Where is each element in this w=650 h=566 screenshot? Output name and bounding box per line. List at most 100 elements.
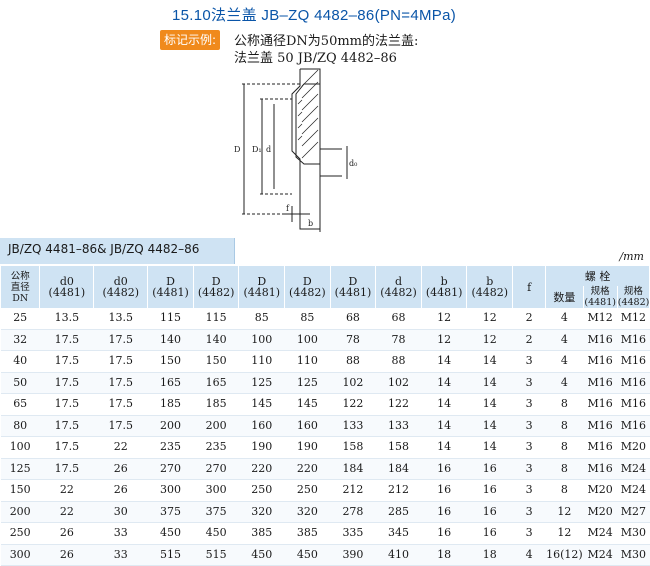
col-header-bolt: 螺 栓 [545,266,650,286]
table-cell: 125 [0,458,40,480]
table-cell: 14 [421,393,467,416]
table-cell: 320 [284,501,331,523]
table-cell: 18 [466,544,513,566]
table-cell: 12 [421,308,467,330]
table-cell: 3 [512,501,546,523]
table-cell: 100 [0,436,40,459]
table-cell: 12 [545,522,584,545]
table-cell: M16 [583,458,618,480]
table-cell: 33 [93,522,148,545]
table-cell: M16 [617,372,650,394]
table-cell: 102 [375,372,422,394]
table-cell: 165 [147,372,194,394]
table-cell: 110 [238,350,285,373]
table-cell: 200 [147,415,194,437]
table-cell: 300 [0,544,40,566]
table-body: 25 13.5 13.5 115 115 85 85 68 68 12 12 2 4 M12 M12 32 17… [0,308,650,566]
table-cell: 158 [330,436,376,459]
table-cell: M16 [583,372,618,394]
table-cell: 185 [193,393,239,416]
table-cell: 50 [0,372,40,394]
table-cell: 17.5 [93,372,148,394]
table-cell: 300 [147,479,194,502]
table-cell: 335 [330,522,376,545]
table-cell: 2 [512,329,546,351]
table-cell: M12 [617,308,650,330]
col-header-dn-line3: DN [12,292,29,304]
table-cell: 115 [147,308,194,330]
dim-label-D1: D₁ [252,145,262,154]
table-cell: 3 [512,372,546,394]
table-cell: M24 [583,522,618,545]
table-row: 25 13.5 13.5 115 115 85 85 68 68 12 12 2 4 M12 M12 [0,308,650,330]
table-cell: M20 [617,436,650,459]
table-cell: 78 [375,329,422,351]
table-cell: 22 [39,479,94,502]
marking-example-tag: 标记示例: [160,30,221,50]
table-cell: 250 [0,522,40,545]
table-cell: 190 [284,436,331,459]
table-cell: 200 [193,415,239,437]
col-header-d-4481: D (4481) [329,266,377,308]
table-cell: M24 [617,479,650,502]
title-pressure: (PN=4MPa) [374,7,457,24]
table-row: 65 17.5 17.5 185 185 145 145 122 122 14 14 3 8 M16 M16 [0,393,650,416]
table-cell: M27 [617,501,650,523]
table-cell: 17.5 [39,329,94,351]
table-cell: 125 [238,372,285,394]
unit-label: /mm [619,250,644,263]
table-cell: 4 [545,308,584,330]
table-cell: 16 [421,479,467,502]
table-cell: 22 [39,501,94,523]
table-row: 150 22 26 300 300 250 250 212 212 16 16 3 8 M20 M24 [0,479,650,502]
table-cell: 250 [238,479,285,502]
table-cell: 184 [375,458,422,480]
table-row: 32 17.5 17.5 140 140 100 100 78 78 12 12 2 4 M16 M16 [0,329,650,351]
table-cell: 4 [545,372,584,394]
col-header-f: f [512,266,547,308]
table-cell: 278 [330,501,376,523]
table-cell: 14 [421,372,467,394]
table-cell: 320 [238,501,285,523]
table-cell: 16 [421,458,467,480]
table-cell: 40 [0,350,40,373]
table-cell: 8 [545,415,584,437]
table-cell: M24 [583,544,618,566]
table-cell: 145 [238,393,285,416]
col-header-bolt-spec-4481: 规格 (4481) [582,286,618,308]
table-cell: 8 [545,458,584,480]
table-cell: 32 [0,329,40,351]
table-cell: 450 [284,544,331,566]
title-standard: JB–ZQ 4482–86 [261,7,375,24]
table-cell: 33 [93,544,148,566]
table-cell: 17.5 [93,393,148,416]
dim-label-d: d [266,145,271,154]
table-cell: 14 [466,415,513,437]
table-cell: 285 [375,501,422,523]
table-cell: 410 [375,544,422,566]
table-row: 40 17.5 17.5 150 150 110 110 88 88 14 14 3 4 M16 M16 [0,350,650,373]
table-cell: 88 [375,350,422,373]
col-header-dn: 公称 直径 DN [0,266,41,308]
table-row: 250 26 33 450 450 385 385 335 345 16 16 3 12 M24 M30 [0,522,650,545]
table-cell: 300 [193,479,239,502]
table-cell: 14 [421,436,467,459]
table-cell: 17.5 [39,436,94,459]
table-cell: 16 [466,458,513,480]
table-cell: 68 [375,308,422,330]
table-cell: 3 [512,393,546,416]
table-cell: 115 [193,308,239,330]
table-cell: 515 [193,544,239,566]
table-cell: M20 [583,479,618,502]
table-cell: 100 [238,329,285,351]
table-cell: M16 [583,329,618,351]
title-number: 15.10 [172,7,212,24]
table-cell: 8 [545,436,584,459]
table-cell: 200 [0,501,40,523]
table-cell: 145 [284,393,331,416]
table-cell: 12 [421,329,467,351]
table-cell: 12 [466,329,513,351]
table-cell: 26 [39,544,94,566]
table-cell: 68 [330,308,376,330]
table-cell: 2 [512,308,546,330]
